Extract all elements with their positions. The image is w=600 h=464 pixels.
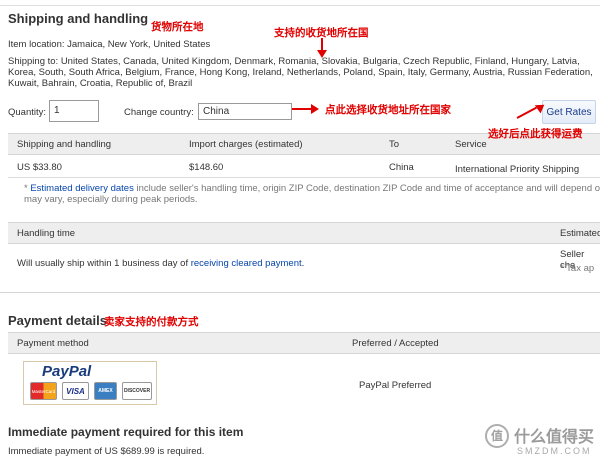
arrow-right-line xyxy=(292,108,312,110)
paypal-logo-card: PayPal MasterCard VISA AMEX DISCOVER xyxy=(23,361,157,405)
handling-text-post: . xyxy=(301,258,305,269)
payment-method-header: Payment method xyxy=(17,338,89,349)
estimated-delivery-link[interactable]: Estimated delivery dates xyxy=(30,183,134,194)
visa-label: VISA xyxy=(66,387,85,396)
change-country-label: Change country: xyxy=(124,107,194,118)
receiving-payment-link[interactable]: receiving cleared payment xyxy=(191,258,302,269)
ships-to-line-1: Shipping to: United States, Canada, Unit… xyxy=(8,56,580,67)
handling-time-header: Handling time xyxy=(17,228,76,239)
immediate-payment-title: Immediate payment required for this item xyxy=(8,425,244,439)
amex-label: AMEX xyxy=(98,388,113,394)
immediate-payment-text: Immediate payment of US $689.99 is requi… xyxy=(8,446,205,457)
payment-title: Payment details xyxy=(8,313,107,328)
watermark-subtext: SMZDM.COM xyxy=(517,446,592,456)
annotation-get-rates: 选好后点此获得运费 xyxy=(488,128,583,140)
header-shipping-handling: Shipping and handling xyxy=(17,139,112,150)
arrow-right-icon xyxy=(311,104,319,114)
estimated-header: Estimated xyxy=(560,228,600,239)
watermark-badge-text: 值 xyxy=(490,429,503,443)
annotation-item-location: 货物所在地 xyxy=(151,21,204,33)
cell-to: China xyxy=(389,162,414,173)
arrow-down-icon xyxy=(317,50,327,58)
arrow-upright-line xyxy=(516,106,537,119)
annotation-payment-methods: 卖家支持的付款方式 xyxy=(104,316,199,328)
paypal-wordmark: PayPal xyxy=(42,363,92,380)
quantity-input[interactable]: 1 xyxy=(49,100,99,122)
delivery-note: * Estimated delivery dates include selle… xyxy=(24,183,600,194)
country-input[interactable]: China xyxy=(198,103,292,120)
amex-icon: AMEX xyxy=(94,382,117,400)
note-star: * xyxy=(24,183,28,194)
payment-header-row xyxy=(8,332,600,354)
annotation-select-country: 点此选择收货地址所在国家 xyxy=(325,104,451,116)
delivery-note-line-2: may vary, especially during peak periods… xyxy=(24,194,198,205)
paypal-status: PayPal Preferred xyxy=(359,380,432,391)
ships-to-line-3: Kuwait, Bahrain, Croatia, Republic of, B… xyxy=(8,78,193,89)
preferred-accepted-header: Preferred / Accepted xyxy=(352,338,439,349)
watermark-badge-icon: 值 xyxy=(485,424,509,448)
discover-icon: DISCOVER xyxy=(122,382,152,400)
quantity-label: Quantity: xyxy=(8,107,47,118)
item-location: Item location: Jamaica, New York, United… xyxy=(8,39,211,50)
visa-icon: VISA xyxy=(62,382,89,400)
watermark-text: 什么值得买 xyxy=(514,429,595,446)
mastercard-label: MasterCard xyxy=(31,389,56,394)
shipping-title: Shipping and handling xyxy=(8,11,149,26)
handling-text: Will usually ship within 1 business day … xyxy=(17,258,304,269)
paypal-logo: PayPal xyxy=(42,363,91,380)
header-service: Service xyxy=(455,139,487,150)
top-border xyxy=(0,5,600,6)
handling-text-pre: Will usually ship within 1 business day … xyxy=(17,258,191,269)
handling-header-row xyxy=(8,222,600,244)
mastercard-icon: MasterCard xyxy=(30,382,57,400)
note-rest: include seller's handling time, origin Z… xyxy=(133,183,600,194)
discover-label: DISCOVER xyxy=(123,388,151,394)
cell-service: International Priority Shipping xyxy=(455,164,580,175)
tax-note: * Tax ap xyxy=(560,263,595,274)
get-rates-button[interactable]: Get Rates xyxy=(542,100,596,124)
cell-import-charges: $148.60 xyxy=(189,162,224,173)
cell-shipping-cost: US $33.80 xyxy=(17,162,62,173)
section-divider xyxy=(0,292,600,293)
ships-to-line-2: Korea, South, South Africa, Belgium, Fra… xyxy=(8,67,593,78)
header-import-charges: Import charges (estimated) xyxy=(189,139,303,150)
table-row-divider xyxy=(8,177,600,178)
header-to: To xyxy=(389,139,400,150)
